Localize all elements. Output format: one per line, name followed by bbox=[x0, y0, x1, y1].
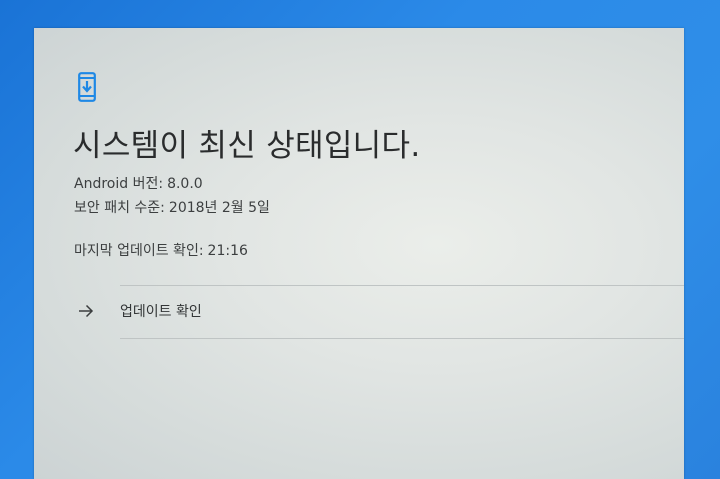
android-version-label: Android 버전: bbox=[74, 176, 164, 192]
settings-screen: 시스템이 최신 상태입니다. Android 버전: 8.0.0 보안 패치 수준… bbox=[34, 28, 684, 479]
security-patch-label: 보안 패치 수준: bbox=[74, 200, 165, 216]
last-check-value: 21:16 bbox=[207, 243, 248, 259]
page-title: 시스템이 최신 상태입니다. bbox=[73, 128, 421, 164]
android-version-value: 8.0.0 bbox=[167, 176, 203, 192]
android-version-row: Android 버전: 8.0.0 bbox=[74, 173, 203, 193]
check-update-label: 업데이트 확인 bbox=[120, 304, 202, 320]
divider-bottom bbox=[120, 338, 684, 339]
last-check-label: 마지막 업데이트 확인: bbox=[74, 243, 204, 259]
arrow-right-icon bbox=[79, 304, 94, 318]
last-check-row: 마지막 업데이트 확인: 21:16 bbox=[74, 240, 248, 260]
security-patch-row: 보안 패치 수준: 2018년 2월 5일 bbox=[74, 197, 270, 217]
check-update-button[interactable]: 업데이트 확인 bbox=[34, 286, 684, 338]
security-patch-value: 2018년 2월 5일 bbox=[168, 200, 270, 216]
system-update-phone-icon bbox=[78, 72, 96, 102]
